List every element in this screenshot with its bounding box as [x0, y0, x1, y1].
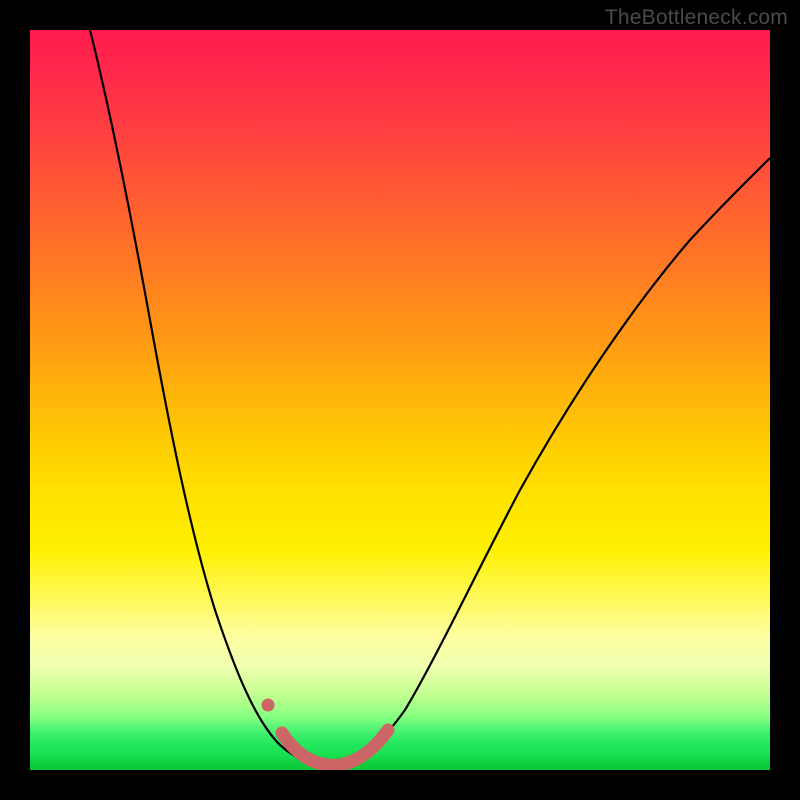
outlier-marker-dot [262, 699, 275, 712]
highlight-marker-group [282, 730, 388, 765]
curve-svg [30, 30, 770, 770]
bottleneck-curve-path [90, 30, 770, 766]
watermark-text: TheBottleneck.com [605, 6, 788, 30]
plot-area [30, 30, 770, 770]
marker-arc [282, 730, 388, 765]
chart-container: TheBottleneck.com [0, 0, 800, 800]
